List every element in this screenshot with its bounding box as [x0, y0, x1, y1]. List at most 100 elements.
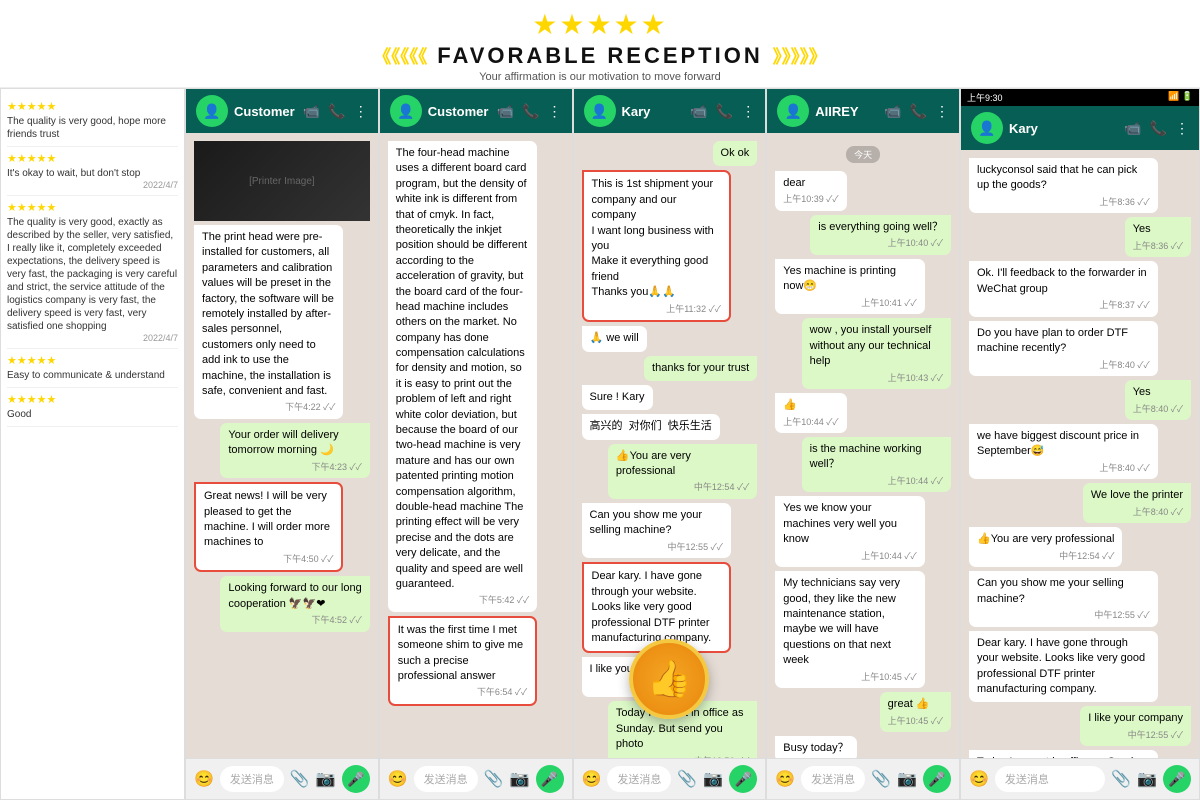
message-bubble: Can you show me your selling machine?中午1…: [582, 503, 731, 558]
message-text: It was the first time I met someone shim…: [398, 623, 527, 685]
message-wrapper: is the machine working well？上午10:44 ✓✓: [775, 437, 951, 492]
send-button-center[interactable]: 🎤: [923, 765, 951, 793]
review-text: Easy to communicate & understand: [7, 369, 178, 382]
review-date: 2022/4/7: [7, 333, 178, 343]
camera-icon-1[interactable]: 📷: [316, 769, 336, 789]
send-button-1[interactable]: 🎤: [342, 765, 370, 793]
attach-icon-1[interactable]: 📎: [290, 769, 310, 789]
send-button-3[interactable]: 🎤: [729, 765, 757, 793]
chat-footer-1: 😊 发送消息 📎 📷 🎤: [186, 758, 378, 799]
video-icon-right[interactable]: 📹: [1124, 120, 1141, 137]
right-chat-name: Kary: [1009, 121, 1038, 136]
right-chat-input[interactable]: 发送消息: [995, 766, 1105, 792]
message-wrapper: This is 1st shipment your company and ou…: [582, 170, 758, 322]
message-wrapper: My technicians say very good, they like …: [775, 571, 951, 688]
message-wrapper: Sure ! Kary: [582, 385, 758, 410]
emoji-icon-3[interactable]: 😊: [582, 769, 602, 789]
more-icon-right[interactable]: ⋮: [1175, 120, 1189, 137]
attach-icon-2[interactable]: 📎: [484, 769, 504, 789]
status-bar: 上午9:30 📶 🔋: [961, 89, 1199, 106]
message-text: Can you show me your selling machine?: [977, 576, 1150, 607]
message-bubble: dear上午10:39 ✓✓: [775, 171, 846, 211]
review-stars: ★★★★★: [7, 201, 178, 214]
avatar-center: 👤: [777, 95, 809, 127]
emoji-icon-right[interactable]: 😊: [969, 769, 989, 789]
chat-input-3[interactable]: 发送消息: [607, 766, 671, 792]
message-time: 下午6:54 ✓✓: [398, 686, 527, 699]
chat-name-1: Customer: [234, 104, 295, 119]
message-text: Sure ! Kary: [590, 390, 645, 405]
video-icon[interactable]: 📹: [303, 103, 320, 120]
emoji-icon-1[interactable]: 😊: [194, 769, 214, 789]
call-icon-3[interactable]: 📞: [716, 103, 733, 120]
emoji-icon-center[interactable]: 😊: [775, 769, 795, 789]
message-time: 上午8:36 ✓✓: [1133, 240, 1183, 253]
message-bubble: I like your company中午12:55 ✓✓: [1080, 706, 1191, 746]
camera-icon-3[interactable]: 📷: [703, 769, 723, 789]
more-icon-3[interactable]: ⋮: [741, 103, 755, 120]
chat-footer-center: 😊 发送消息 📎 📷 🎤: [767, 758, 959, 799]
chat-panel-2: 👤 Customer 📹 📞 ⋮ The four-head machine u…: [379, 88, 573, 800]
message-text: Busy today？: [783, 741, 848, 756]
chat-input-1[interactable]: 发送消息: [220, 766, 284, 792]
camera-icon-right[interactable]: 📷: [1137, 769, 1157, 789]
chat-input-center[interactable]: 发送消息: [801, 766, 865, 792]
chat-input-2[interactable]: 发送消息: [414, 766, 478, 792]
message-bubble: Ok ok: [713, 141, 758, 166]
video-icon-3[interactable]: 📹: [690, 103, 707, 120]
message-wrapper: Great news! I will be very pleased to ge…: [194, 482, 370, 572]
review-item: ★★★★★ The quality is very good, exactly a…: [7, 196, 178, 349]
more-icon-center[interactable]: ⋮: [935, 103, 949, 120]
video-icon-2[interactable]: 📹: [497, 103, 514, 120]
message-bubble: Do you have plan to order DTF machine re…: [969, 321, 1158, 376]
review-text: It's okay to wait, but don't stop: [7, 167, 178, 180]
message-time: 下午4:22 ✓✓: [202, 401, 335, 414]
right-chat-icons: 📹 📞 ⋮: [1124, 120, 1189, 137]
call-icon-2[interactable]: 📞: [522, 103, 539, 120]
message-wrapper: wow , you install yourself without any o…: [775, 318, 951, 389]
camera-icon-center[interactable]: 📷: [897, 769, 917, 789]
call-icon[interactable]: 📞: [328, 103, 345, 120]
message-text: 高兴的 对你们 快乐生活: [590, 419, 712, 434]
video-icon-center[interactable]: 📹: [884, 103, 901, 120]
chat-panel-1: 👤 Customer 📹 📞 ⋮ [Printer Image]The prin…: [185, 88, 379, 800]
more-icon[interactable]: ⋮: [354, 103, 368, 120]
message-wrapper: 👍上午10:44 ✓✓: [775, 393, 951, 433]
status-icons: 📶 🔋: [1168, 91, 1193, 104]
right-avatar: 👤: [971, 112, 1003, 144]
send-button-right[interactable]: 🎤: [1163, 765, 1191, 793]
more-icon-2[interactable]: ⋮: [548, 103, 562, 120]
message-text: I like your company: [1088, 711, 1183, 726]
review-text: The quality is very good, exactly as des…: [7, 216, 178, 333]
call-icon-center[interactable]: 📞: [910, 103, 927, 120]
attach-icon-3[interactable]: 📎: [677, 769, 697, 789]
message-time: 上午10:44 ✓✓: [810, 475, 943, 488]
rating-stars: ★★★★★: [0, 8, 1200, 41]
emoji-icon-2[interactable]: 😊: [388, 769, 408, 789]
send-button-2[interactable]: 🎤: [536, 765, 564, 793]
message-bubble: Sure ! Kary: [582, 385, 653, 410]
message-bubble: Yes上午8:40 ✓✓: [1125, 380, 1191, 420]
message-bubble: 🙏 we will: [582, 326, 647, 351]
attach-icon-center[interactable]: 📎: [871, 769, 891, 789]
message-text: Great news! I will be very pleased to ge…: [204, 489, 333, 551]
chat-header-3: 👤 Kary 📹 📞 ⋮: [574, 89, 766, 133]
message-wrapper: Do you have plan to order DTF machine re…: [969, 321, 1191, 376]
message-text: wow , you install yourself without any o…: [810, 323, 943, 369]
message-bubble: We love the printer上午8:40 ✓✓: [1083, 483, 1191, 523]
message-bubble: 👍You are very professional中午12:54 ✓✓: [608, 444, 757, 499]
message-time: 上午10:41 ✓✓: [783, 297, 916, 310]
message-wrapper: great 👍上午10:45 ✓✓: [775, 692, 951, 732]
message-bubble: The print head were pre-installed for cu…: [194, 225, 343, 419]
camera-icon-2[interactable]: 📷: [510, 769, 530, 789]
message-wrapper: Busy today？: [775, 736, 951, 758]
message-text: Looking forward to our long cooperation …: [228, 581, 361, 612]
message-text: 👍: [783, 398, 838, 413]
call-icon-right[interactable]: 📞: [1150, 120, 1167, 137]
avatar-3: 👤: [584, 95, 616, 127]
chat-icons-2: 📹 📞 ⋮: [497, 103, 562, 120]
message-wrapper: Can you show me your selling machine?中午1…: [582, 503, 758, 558]
message-wrapper: luckyconsol said that he can pick up the…: [969, 158, 1191, 213]
attach-icon-right[interactable]: 📎: [1111, 769, 1131, 789]
message-wrapper: Yes上午8:40 ✓✓: [969, 380, 1191, 420]
